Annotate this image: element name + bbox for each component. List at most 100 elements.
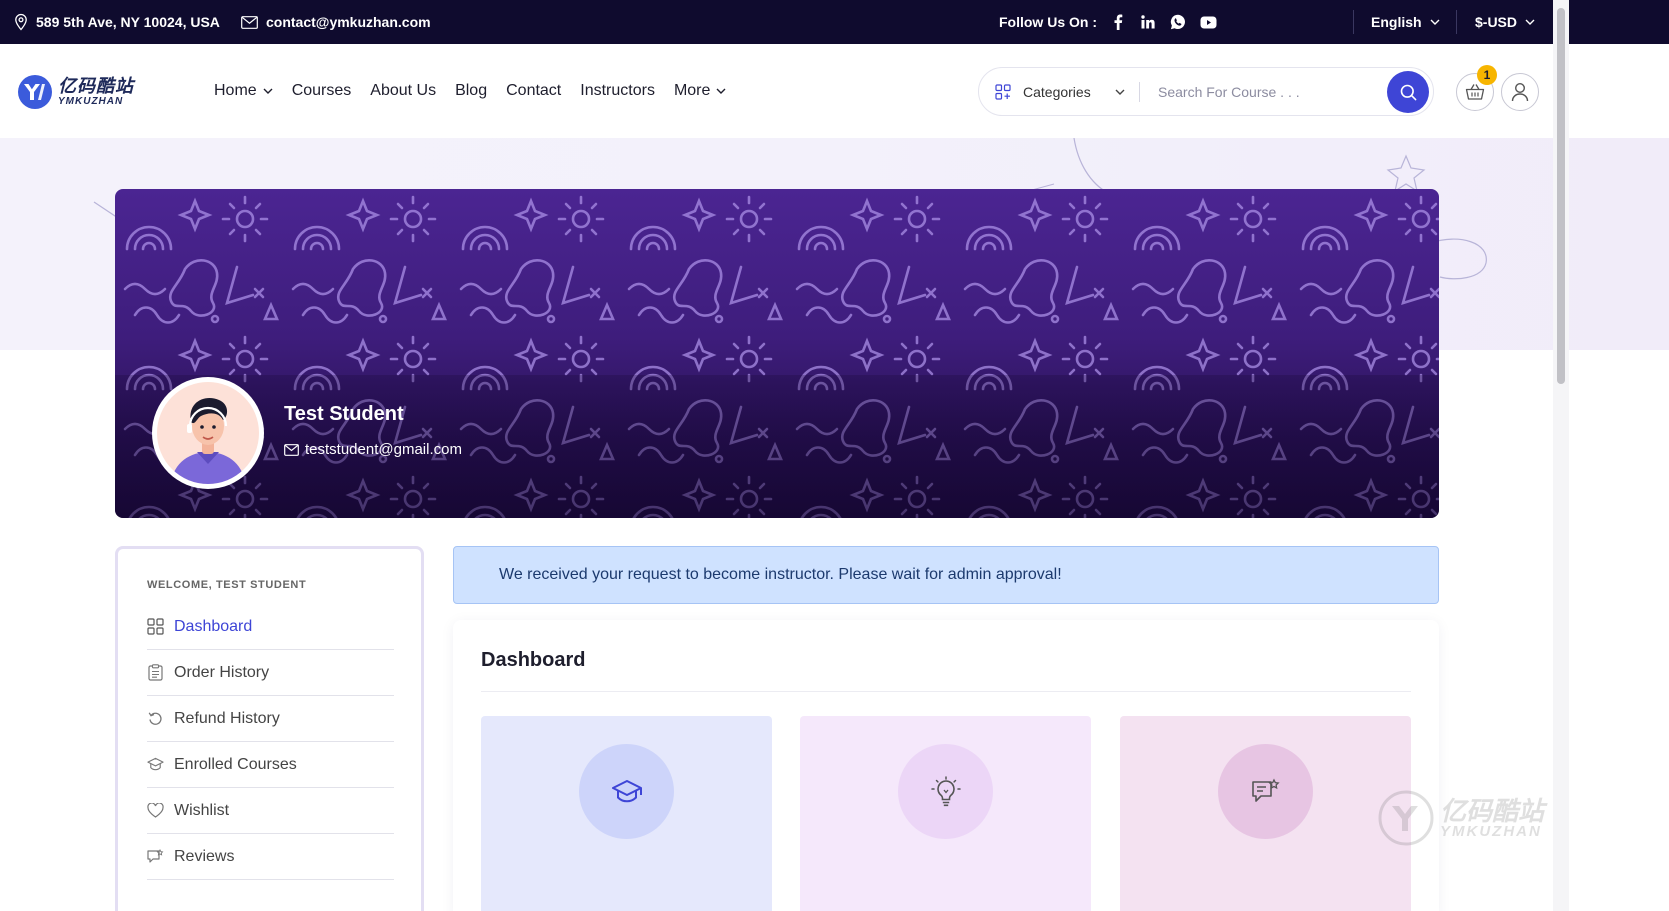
- nav-about-label: About Us: [370, 82, 437, 99]
- chevron-down-icon: [1525, 19, 1535, 25]
- chevron-down-icon: [1430, 19, 1440, 25]
- panel-title: Dashboard: [481, 649, 586, 671]
- youtube-icon[interactable]: [1199, 13, 1217, 31]
- sidebar-item-refund-history[interactable]: Refund History: [147, 696, 394, 742]
- watermark-cn: 亿码酷站: [1440, 795, 1545, 826]
- sidebar-item-label: Reviews: [174, 847, 235, 865]
- watermark-mark-icon: [1378, 790, 1434, 846]
- avatar-illustration: [157, 382, 259, 484]
- avatar: [152, 377, 264, 489]
- site-logo[interactable]: 亿码酷站 YMKUZHAN: [18, 75, 134, 109]
- language-select[interactable]: English: [1371, 0, 1440, 44]
- sidebar-menu: Dashboard Order History Refund History E…: [147, 604, 394, 880]
- cart-button[interactable]: 1: [1456, 65, 1497, 111]
- sidebar-item-label: Refund History: [174, 709, 280, 727]
- categories-label: Categories: [1023, 83, 1091, 100]
- facebook-icon[interactable]: [1109, 13, 1127, 31]
- currency-select[interactable]: $-USD: [1475, 0, 1535, 44]
- search-input[interactable]: [1140, 83, 1370, 100]
- stat-card-icon-circle: [579, 744, 674, 839]
- logo-cn: 亿码酷站: [58, 76, 134, 96]
- account-button[interactable]: [1501, 73, 1539, 111]
- stat-card-enrolled[interactable]: [481, 716, 772, 911]
- watermark-en: YMKUZHAN: [1440, 822, 1542, 840]
- dashboard-icon: [147, 618, 164, 635]
- follow-us: Follow Us On :: [999, 0, 1217, 44]
- address-text: 589 5th Ave, NY 10024, USA: [36, 14, 220, 30]
- nav-contact-label: Contact: [506, 82, 562, 99]
- mail-icon: [241, 15, 258, 29]
- panel-divider: [481, 691, 1411, 692]
- heart-icon: [147, 802, 164, 819]
- search-button[interactable]: [1387, 71, 1429, 113]
- top-bar: 589 5th Ave, NY 10024, USA contact@ymkuz…: [0, 0, 1669, 44]
- course-search: Categories: [978, 67, 1434, 116]
- sidebar-item-label: Order History: [174, 663, 270, 681]
- language-value: English: [1371, 14, 1422, 30]
- sidebar-item-label: Wishlist: [174, 801, 230, 819]
- user-icon: [1511, 82, 1529, 102]
- logo-en: YMKUZHAN: [58, 96, 124, 107]
- logo-mark-icon: [18, 75, 52, 109]
- sidebar-item-dashboard[interactable]: Dashboard: [147, 604, 394, 650]
- nav-instructors[interactable]: Instructors: [580, 82, 655, 100]
- review-icon: [147, 848, 164, 865]
- instructor-request-alert: We received your request to become instr…: [453, 546, 1439, 604]
- stat-card-reviews[interactable]: [1120, 716, 1411, 911]
- currency-value: $-USD: [1475, 14, 1518, 30]
- sidebar-item-wishlist[interactable]: Wishlist: [147, 788, 394, 834]
- nav-about[interactable]: About Us: [370, 82, 436, 100]
- student-email: teststudent@gmail.com: [284, 441, 462, 458]
- address: 589 5th Ave, NY 10024, USA: [14, 0, 220, 44]
- main-header: 亿码酷站 YMKUZHAN Home Courses About Us Blog…: [0, 44, 1669, 138]
- profile-banner: Test Student teststudent@gmail.com: [115, 189, 1439, 518]
- sidebar-item-enrolled-courses[interactable]: Enrolled Courses: [147, 742, 394, 788]
- topbar-divider: [1353, 10, 1354, 34]
- nav-contact[interactable]: Contact: [506, 82, 561, 100]
- refund-icon: [147, 710, 164, 727]
- student-name: Test Student: [284, 403, 404, 425]
- nav-more-label: More: [673, 82, 711, 99]
- graduation-cap-icon: [611, 779, 642, 802]
- student-email-text: teststudent@gmail.com: [305, 441, 462, 458]
- nav-courses[interactable]: Courses: [292, 82, 352, 100]
- nav-more[interactable]: More: [674, 82, 726, 100]
- dashboard-panel: Dashboard: [453, 620, 1439, 911]
- whatsapp-icon[interactable]: [1169, 13, 1187, 31]
- stat-card-icon-circle: [898, 744, 993, 839]
- scrollbar-thumb[interactable]: [1557, 8, 1565, 384]
- contact-email-text: contact@ymkuzhan.com: [266, 14, 431, 30]
- follow-label: Follow Us On :: [999, 14, 1097, 30]
- chevron-down-icon: [1115, 89, 1125, 95]
- chevron-down-icon: [716, 88, 726, 94]
- chevron-down-icon: [263, 88, 273, 94]
- nav-home-label: Home: [214, 82, 257, 99]
- dashboard-sidebar: WELCOME, TEST STUDENT Dashboard Order Hi…: [115, 546, 424, 911]
- lightbulb-icon: [930, 775, 961, 806]
- nav-blog-label: Blog: [455, 82, 488, 99]
- sidebar-item-order-history[interactable]: Order History: [147, 650, 394, 696]
- categories-dropdown[interactable]: Categories: [979, 84, 1139, 100]
- nav-courses-label: Courses: [291, 82, 352, 99]
- star-icon: [1386, 154, 1426, 193]
- sidebar-item-label: Dashboard: [174, 617, 253, 635]
- mail-icon: [284, 443, 299, 456]
- alert-text: We received your request to become instr…: [499, 566, 1062, 583]
- nav-home[interactable]: Home: [214, 82, 273, 100]
- contact-email[interactable]: contact@ymkuzhan.com: [241, 0, 431, 44]
- search-icon: [1400, 84, 1416, 100]
- main-nav: Home Courses About Us Blog Contact Instr…: [214, 44, 726, 138]
- linkedin-icon[interactable]: [1139, 13, 1157, 31]
- welcome-text: WELCOME, TEST STUDENT: [147, 579, 307, 591]
- basket-icon: [1465, 84, 1485, 100]
- stat-card-active[interactable]: [800, 716, 1091, 911]
- topbar-divider: [1456, 10, 1457, 34]
- logo-text: 亿码酷站 YMKUZHAN: [58, 77, 134, 107]
- nav-blog[interactable]: Blog: [455, 82, 487, 100]
- page-scrollbar[interactable]: [1553, 0, 1569, 911]
- clipboard-icon: [147, 664, 164, 681]
- stat-card-icon-circle: [1218, 744, 1313, 839]
- decorative-loop: [1430, 238, 1487, 280]
- cart-count-badge: 1: [1477, 65, 1497, 85]
- sidebar-item-reviews[interactable]: Reviews: [147, 834, 394, 880]
